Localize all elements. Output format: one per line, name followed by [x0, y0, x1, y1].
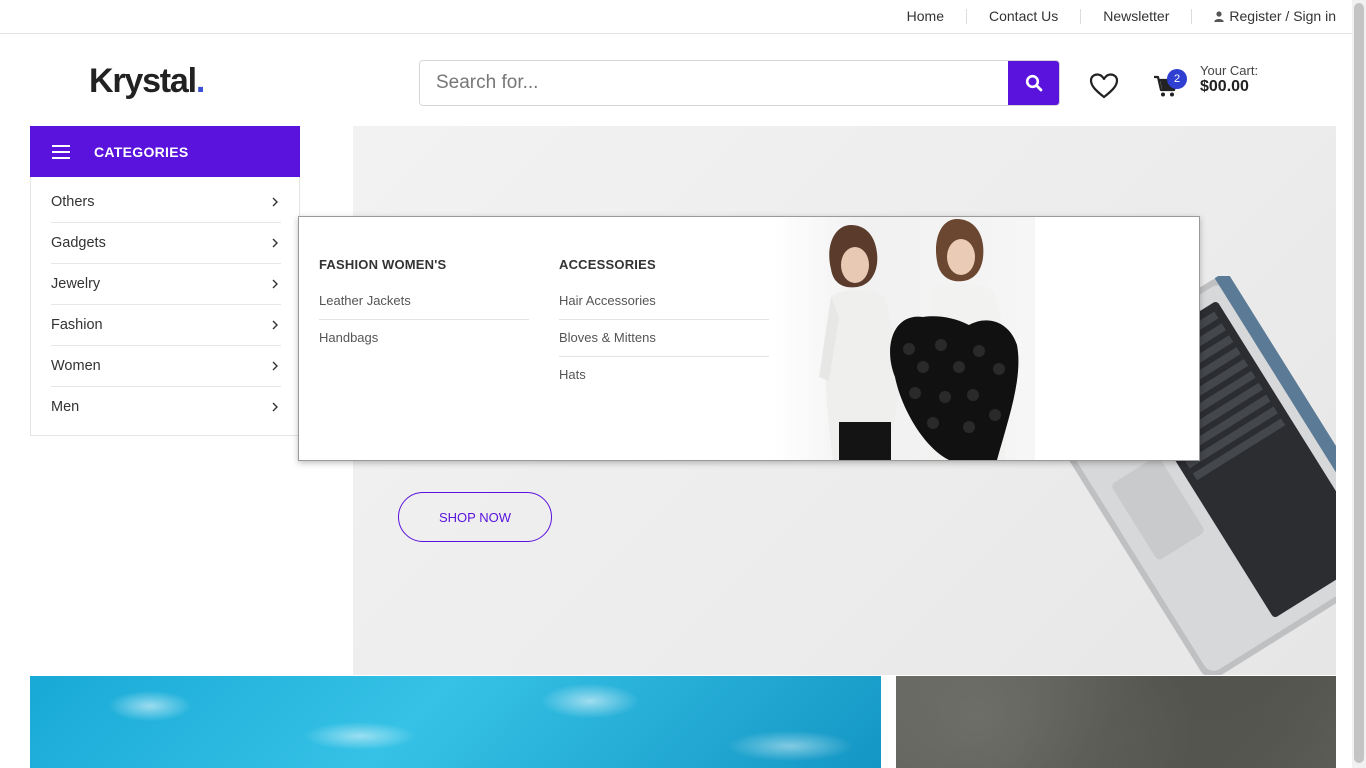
category-label: Men [51, 398, 80, 415]
search-button[interactable] [1008, 61, 1059, 105]
page-scrollbar[interactable] [1352, 0, 1366, 768]
category-label: Fashion [51, 316, 103, 333]
cart-total[interactable]: $00.00 [1200, 78, 1249, 96]
fashion-models-image[interactable] [773, 217, 1035, 460]
chevron-right-icon [272, 320, 278, 329]
category-label: Women [51, 357, 101, 374]
nav-newsletter-link[interactable]: Newsletter [1081, 9, 1193, 24]
categories-toggle[interactable]: CATEGORIES [30, 126, 300, 177]
category-item-men[interactable]: Men [51, 386, 281, 427]
categories-title: CATEGORIES [94, 143, 189, 160]
mega-column-title-fashion: FASHION WOMEN'S [319, 257, 447, 272]
hamburger-icon [52, 144, 70, 159]
chevron-right-icon [272, 279, 278, 288]
mega-link-hair-accessories[interactable]: Hair Accessories [559, 282, 769, 320]
mega-menu: FASHION WOMEN'S Leather Jackets Handbags… [298, 216, 1200, 461]
stone-banner-image[interactable] [896, 676, 1336, 768]
logo-text: Krystal [89, 62, 197, 100]
register-signin-label: Register / Sign in [1229, 8, 1336, 24]
search-bar [419, 60, 1060, 106]
category-label: Jewelry [51, 275, 101, 292]
heart-icon[interactable] [1089, 72, 1119, 100]
category-item-gadgets[interactable]: Gadgets [51, 222, 281, 264]
category-item-jewelry[interactable]: Jewelry [51, 263, 281, 305]
chevron-right-icon [272, 197, 278, 206]
nav-contact-link[interactable]: Contact Us [967, 9, 1082, 24]
mega-column-title-accessories: ACCESSORIES [559, 257, 656, 272]
category-list: Others Gadgets Jewelry Fashion Women Men [30, 177, 300, 436]
top-bar: Home Contact Us Newsletter Register / Si… [0, 0, 1352, 34]
logo-dot: . [195, 62, 205, 100]
search-input[interactable] [420, 61, 1008, 105]
category-label: Others [51, 193, 95, 210]
water-banner-image[interactable] [30, 676, 881, 768]
user-icon [1214, 11, 1225, 22]
category-item-women[interactable]: Women [51, 345, 281, 387]
chevron-right-icon [272, 238, 278, 247]
mega-link-leather-jackets[interactable]: Leather Jackets [319, 282, 529, 320]
scrollbar-thumb[interactable] [1354, 3, 1364, 763]
search-icon [1025, 74, 1042, 92]
mega-link-hats[interactable]: Hats [559, 356, 769, 393]
mega-link-handbags[interactable]: Handbags [319, 319, 529, 356]
category-item-fashion[interactable]: Fashion [51, 304, 281, 346]
cart-label: Your Cart: [1200, 63, 1259, 78]
chevron-right-icon [272, 402, 278, 411]
shop-now-button[interactable]: SHOP NOW [398, 492, 552, 542]
category-label: Gadgets [51, 234, 106, 251]
chevron-right-icon [272, 361, 278, 370]
cart-count-badge: 2 [1167, 69, 1187, 89]
register-signin-link[interactable]: Register / Sign in [1192, 9, 1336, 24]
top-nav: Home Contact Us Newsletter Register / Si… [885, 0, 1336, 33]
site-logo[interactable]: Krystal. [89, 62, 205, 101]
category-item-others[interactable]: Others [51, 181, 281, 223]
nav-home-link[interactable]: Home [885, 9, 967, 24]
mega-link-gloves-mittens[interactable]: Bloves & Mittens [559, 319, 769, 357]
